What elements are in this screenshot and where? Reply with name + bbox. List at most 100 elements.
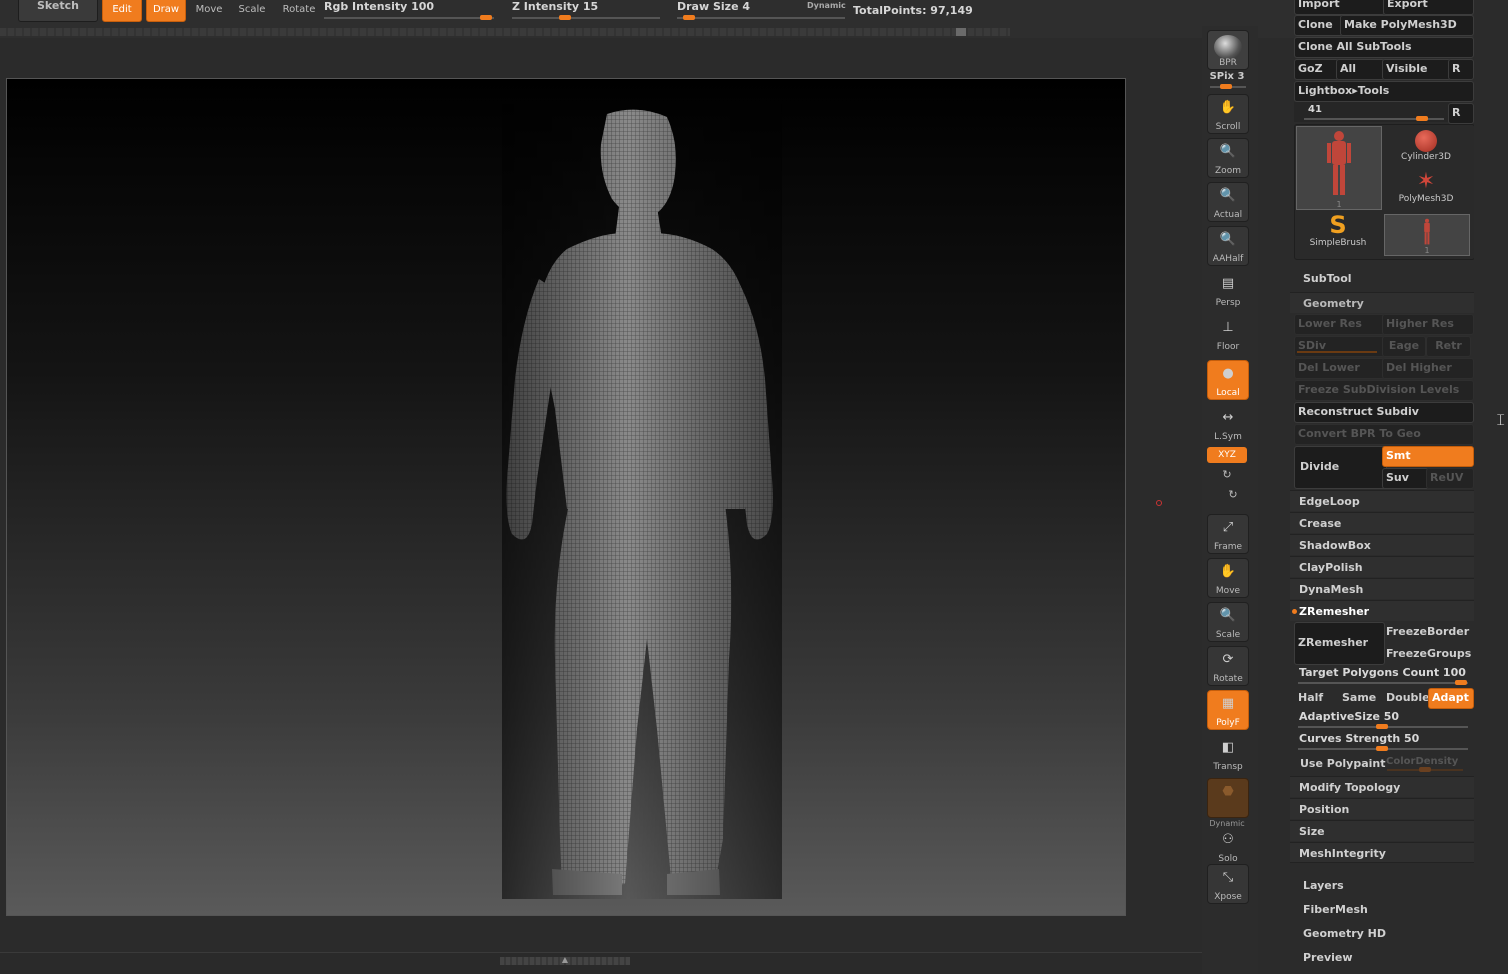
persp-button[interactable]: ▤ Persp: [1207, 270, 1249, 310]
freeze-border-toggle[interactable]: FreezeBorder: [1382, 622, 1474, 643]
sdiv-slider[interactable]: SDiv: [1294, 336, 1385, 357]
modify-topology-section[interactable]: Modify Topology: [1290, 776, 1474, 797]
tool-count-r-button[interactable]: R: [1448, 103, 1474, 124]
edgeloop-section[interactable]: EdgeLoop: [1290, 490, 1474, 511]
toolbar-scroll-track[interactable]: [0, 28, 1010, 36]
tray-toggle-icon[interactable]: ▲: [558, 955, 572, 965]
del-lower-button[interactable]: Del Lower: [1294, 358, 1385, 379]
convert-bpr-button[interactable]: Convert BPR To Geo: [1294, 424, 1474, 445]
spix-slider[interactable]: [1210, 84, 1246, 89]
target-polygons-slider[interactable]: [1298, 680, 1468, 685]
frame-button[interactable]: ⤢ Frame: [1207, 514, 1249, 554]
bpr-button[interactable]: BPR: [1207, 30, 1249, 70]
reuv-button[interactable]: ReUV: [1426, 468, 1474, 489]
clone-all-subtools-button[interactable]: Clone All SubTools: [1294, 37, 1474, 58]
fibermesh-section[interactable]: FiberMesh: [1290, 899, 1474, 920]
solo-button[interactable]: ⚇ Solo: [1207, 826, 1249, 866]
double-button[interactable]: Double: [1382, 688, 1431, 709]
tool-count-knob[interactable]: [1416, 116, 1428, 121]
ghost-button[interactable]: ⬣: [1207, 778, 1249, 818]
viewport-canvas[interactable]: [6, 78, 1126, 916]
adaptive-size-slider[interactable]: [1298, 724, 1468, 729]
curves-strength-slider[interactable]: [1298, 746, 1468, 751]
adapt-toggle[interactable]: Adapt: [1428, 688, 1474, 709]
use-polypaint-toggle[interactable]: Use Polypaint: [1294, 754, 1387, 775]
import-button[interactable]: Import: [1294, 0, 1385, 15]
reconstruct-subdiv-button[interactable]: Reconstruct Subdiv: [1294, 402, 1474, 423]
position-section[interactable]: Position: [1290, 798, 1474, 819]
scale-mode-button[interactable]: Scale: [233, 0, 271, 22]
aahalf-button[interactable]: 🔍 AAHalf: [1207, 226, 1249, 266]
xyz-button[interactable]: XYZ: [1207, 447, 1247, 463]
layers-section[interactable]: Layers: [1290, 875, 1474, 896]
mesh-integrity-section[interactable]: MeshIntegrity: [1290, 842, 1474, 863]
dynamic-toggle[interactable]: Dynamic: [807, 1, 846, 10]
size-section[interactable]: Size: [1290, 820, 1474, 841]
higher-res-button[interactable]: Higher Res: [1382, 314, 1474, 335]
rotate-z-icon[interactable]: ↻: [1226, 488, 1240, 502]
retr-button[interactable]: Retr: [1426, 336, 1471, 357]
zoom-button[interactable]: 🔍 Zoom: [1207, 138, 1249, 178]
xpose-button[interactable]: ⤡ Xpose: [1207, 864, 1249, 904]
crease-section[interactable]: Crease: [1290, 512, 1474, 533]
z-intensity-slider[interactable]: [512, 15, 660, 20]
del-higher-button[interactable]: Del Higher: [1382, 358, 1474, 379]
lsym-button[interactable]: ↔ L.Sym: [1207, 404, 1249, 444]
z-intensity-knob[interactable]: [559, 15, 571, 20]
sketch-button[interactable]: Sketch: [18, 0, 98, 22]
make-polymesh-button[interactable]: Make PolyMesh3D: [1340, 15, 1474, 36]
goz-r-button[interactable]: R: [1448, 59, 1474, 80]
goz-visible-button[interactable]: Visible: [1382, 59, 1451, 80]
goz-all-button[interactable]: All: [1336, 59, 1385, 80]
toolbar-scroll-handle[interactable]: [956, 28, 966, 36]
floor-button[interactable]: ⊥ Floor: [1207, 314, 1249, 354]
claypolish-section[interactable]: ClayPolish: [1290, 556, 1474, 577]
local-button[interactable]: ● Local: [1207, 360, 1249, 400]
freeze-groups-toggle[interactable]: FreezeGroups: [1382, 644, 1474, 665]
draw-size-slider[interactable]: [677, 15, 845, 20]
geometry-section[interactable]: Geometry: [1290, 292, 1474, 313]
active-tool-thumb[interactable]: 1: [1296, 126, 1382, 210]
half-button[interactable]: Half: [1294, 688, 1343, 709]
rotate-view-button[interactable]: ⟳ Rotate: [1207, 646, 1249, 686]
tool-count-slider[interactable]: 41: [1294, 102, 1452, 122]
simplebrush-tool[interactable]: S SimpleBrush: [1296, 212, 1380, 256]
edit-button[interactable]: Edit: [102, 0, 142, 22]
figure-tool-thumb[interactable]: 1: [1384, 214, 1470, 256]
shadowbox-section[interactable]: ShadowBox: [1290, 534, 1474, 555]
scroll-button[interactable]: ✋ Scroll: [1207, 94, 1249, 134]
adaptive-size-knob[interactable]: [1376, 724, 1388, 729]
move-view-button[interactable]: ✋ Move: [1207, 558, 1249, 598]
subtool-section[interactable]: SubTool: [1290, 268, 1474, 289]
rgb-intensity-knob[interactable]: [480, 15, 492, 20]
rgb-intensity-slider[interactable]: [324, 15, 494, 20]
polymesh3d-tool[interactable]: ✶ PolyMesh3D: [1384, 170, 1468, 212]
rotate-mode-button[interactable]: Rotate: [277, 0, 321, 22]
geometry-hd-section[interactable]: Geometry HD: [1290, 923, 1474, 944]
lightbox-tools-button[interactable]: Lightbox▸Tools: [1294, 81, 1474, 102]
target-polygons-knob[interactable]: [1455, 680, 1467, 685]
draw-size-knob[interactable]: [683, 15, 695, 20]
dynamesh-section[interactable]: DynaMesh: [1290, 578, 1474, 599]
same-button[interactable]: Same: [1338, 688, 1387, 709]
export-button[interactable]: Export: [1383, 0, 1474, 15]
color-density-slider[interactable]: ColorDensity: [1382, 752, 1474, 773]
actual-button[interactable]: 🔍 Actual: [1207, 182, 1249, 222]
divide-button[interactable]: Divide: [1294, 446, 1387, 489]
smt-toggle[interactable]: Smt: [1382, 446, 1474, 467]
transp-button[interactable]: ◧ Transp: [1207, 734, 1249, 774]
scale-view-button[interactable]: 🔍 Scale: [1207, 602, 1249, 642]
curves-strength-knob[interactable]: [1376, 746, 1388, 751]
cylinder3d-tool[interactable]: Cylinder3D: [1384, 126, 1468, 168]
goz-button[interactable]: GoZ: [1294, 59, 1339, 80]
zremesher-section[interactable]: ZRemesher: [1290, 600, 1474, 621]
zremesher-button[interactable]: ZRemesher: [1294, 622, 1385, 665]
spix-knob[interactable]: [1220, 84, 1232, 89]
edge-button[interactable]: Eage: [1382, 336, 1426, 357]
preview-section[interactable]: Preview: [1290, 947, 1474, 968]
suv-toggle[interactable]: Suv: [1382, 468, 1429, 489]
move-mode-button[interactable]: Move: [190, 0, 228, 22]
polyf-button[interactable]: ▦ PolyF: [1207, 690, 1249, 730]
freeze-subdiv-button[interactable]: Freeze SubDivision Levels: [1294, 380, 1474, 401]
lower-res-button[interactable]: Lower Res: [1294, 314, 1385, 335]
